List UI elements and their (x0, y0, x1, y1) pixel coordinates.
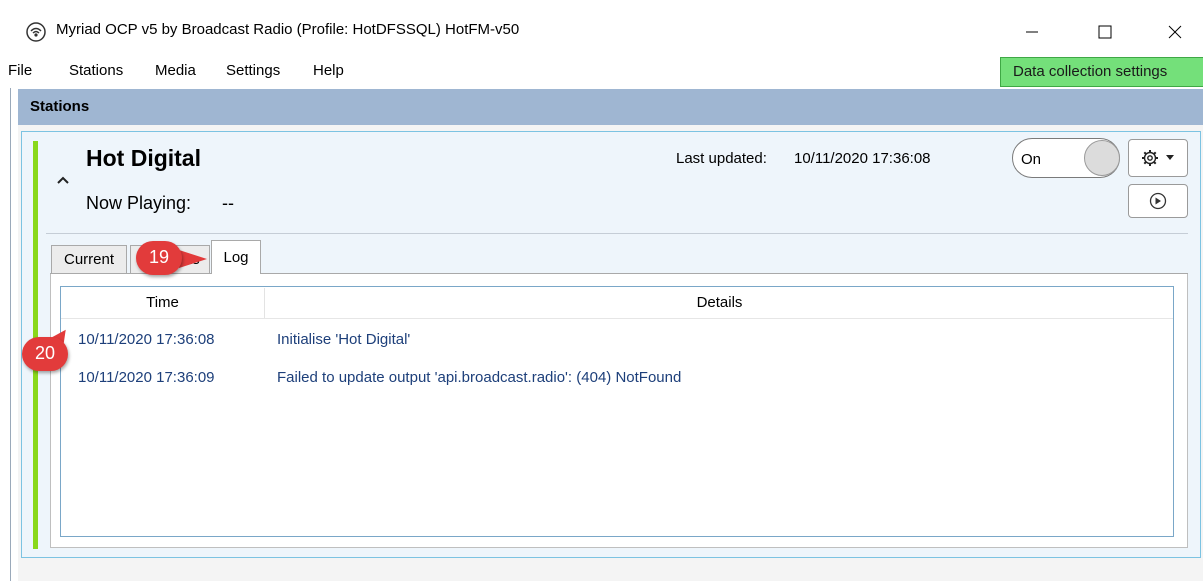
log-row-2-time: 10/11/2020 17:36:09 (78, 369, 215, 386)
log-row-2-details: Failed to update output 'api.broadcast.r… (277, 369, 682, 386)
stations-title: Stations (30, 98, 90, 115)
stations-header: Stations (18, 89, 1203, 125)
minimize-button[interactable] (1012, 15, 1052, 49)
menu-media[interactable]: Media (155, 62, 196, 79)
now-playing-label: Now Playing: (86, 193, 192, 213)
tab-current[interactable]: Current (51, 245, 127, 274)
station-settings-button[interactable] (1128, 139, 1188, 177)
header-divider (61, 318, 1173, 319)
column-header-time[interactable]: Time (61, 288, 265, 318)
arrow-circle-right-icon (1149, 192, 1167, 210)
log-row-1-details: Initialise 'Hot Digital' (277, 331, 411, 348)
column-header-details[interactable]: Details (266, 288, 1173, 318)
callout-19-pointer (179, 250, 207, 268)
log-list[interactable] (60, 286, 1174, 537)
station-go-button[interactable] (1128, 184, 1188, 218)
callout-20: 20 (22, 337, 68, 371)
log-row-1-time: 10/11/2020 17:36:08 (78, 331, 215, 348)
app-logo-icon (26, 22, 46, 42)
menu-file[interactable]: File (8, 62, 32, 79)
data-collection-settings-button[interactable]: Data collection settings (1000, 57, 1203, 87)
callout-19: 19 (136, 241, 182, 275)
window-title: Myriad OCP v5 by Broadcast Radio (Profil… (56, 21, 520, 38)
toggle-label: On (1021, 151, 1042, 168)
collapse-chevron-icon[interactable] (56, 172, 72, 186)
toggle-knob[interactable] (1084, 140, 1120, 176)
tab-log[interactable]: Log (211, 240, 261, 274)
menu-stations[interactable]: Stations (69, 62, 123, 79)
title-bar: Myriad OCP v5 by Broadcast Radio (Profil… (0, 0, 1203, 60)
menu-settings[interactable]: Settings (226, 62, 280, 79)
close-button[interactable] (1155, 15, 1195, 49)
panel-left-edge (10, 88, 18, 581)
station-name: Hot Digital (86, 145, 201, 171)
dropdown-caret-icon (1166, 155, 1174, 160)
last-updated-label: Last updated: (676, 150, 767, 167)
last-updated-value: 10/11/2020 17:36:08 (794, 150, 931, 167)
card-divider (46, 233, 1188, 234)
maximize-button[interactable] (1085, 15, 1125, 49)
menu-help[interactable]: Help (313, 62, 344, 79)
now-playing-value: -- (222, 193, 234, 213)
gear-icon (1142, 150, 1158, 166)
